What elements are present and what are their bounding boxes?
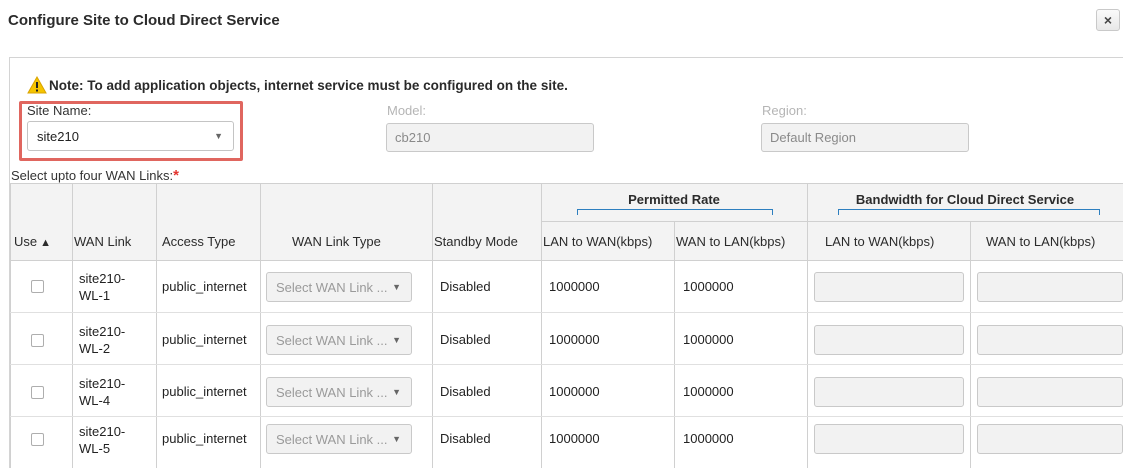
column-divider xyxy=(807,183,808,468)
region-label: Region: xyxy=(762,103,807,118)
column-divider xyxy=(432,183,433,468)
wan-link-type-select[interactable]: Select WAN Link ... ▼ xyxy=(266,424,412,454)
region-value: Default Region xyxy=(770,130,856,145)
bandwidth-wan-to-lan-input[interactable] xyxy=(977,272,1123,302)
sort-ascending-icon[interactable]: ▲ xyxy=(40,237,51,249)
row-divider xyxy=(10,416,1123,417)
access-type-cell: public_internet xyxy=(162,332,247,347)
column-header-bandwidth-wan-to-lan[interactable]: WAN to LAN(kbps) xyxy=(986,234,1095,249)
wan-link-type-select[interactable]: Select WAN Link ... ▼ xyxy=(266,377,412,407)
row-checkbox[interactable] xyxy=(31,280,44,293)
site-name-label: Site Name: xyxy=(27,103,92,118)
site-name-select[interactable]: site210 ▼ xyxy=(27,121,234,151)
wan-links-label: Select upto four WAN Links:* xyxy=(11,167,179,184)
chevron-down-icon: ▼ xyxy=(214,131,223,141)
wan-link-cell: site210- WL-4 xyxy=(79,376,126,408)
note-banner: Note: To add application objects, intern… xyxy=(27,76,568,94)
bandwidth-wan-to-lan-input[interactable] xyxy=(977,424,1123,454)
standby-mode-cell: Disabled xyxy=(440,431,491,446)
permitted-lan-to-wan-cell: 1000000 xyxy=(549,431,600,446)
chevron-down-icon: ▼ xyxy=(392,282,401,292)
group-bracket xyxy=(577,209,773,215)
warning-icon xyxy=(27,76,47,94)
column-divider xyxy=(260,183,261,468)
wan-link-cell: site210- WL-1 xyxy=(79,271,126,303)
bandwidth-wan-to-lan-input[interactable] xyxy=(977,325,1123,355)
group-bracket xyxy=(838,209,1100,215)
permitted-wan-to-lan-cell: 1000000 xyxy=(683,384,734,399)
wan-link-cell: site210- WL-5 xyxy=(79,424,126,456)
column-header-use[interactable]: Use ▲ xyxy=(14,234,51,249)
bandwidth-lan-to-wan-input[interactable] xyxy=(814,424,964,454)
column-header-wan-link-type[interactable]: WAN Link Type xyxy=(292,234,381,249)
standby-mode-cell: Disabled xyxy=(440,384,491,399)
dialog-title: Configure Site to Cloud Direct Service xyxy=(8,12,280,29)
permitted-wan-to-lan-cell: 1000000 xyxy=(683,431,734,446)
model-field: cb210 xyxy=(386,123,594,152)
close-icon: × xyxy=(1103,12,1113,28)
row-divider xyxy=(10,312,1123,313)
standby-mode-cell: Disabled xyxy=(440,332,491,347)
column-divider xyxy=(10,183,11,468)
column-header-permitted-lan-to-wan[interactable]: LAN to WAN(kbps) xyxy=(543,234,652,249)
permitted-lan-to-wan-cell: 1000000 xyxy=(549,332,600,347)
group-header-divider xyxy=(541,221,1123,222)
wan-link-cell: site210- WL-2 xyxy=(79,324,126,356)
column-header-bandwidth-lan-to-wan[interactable]: LAN to WAN(kbps) xyxy=(825,234,934,249)
access-type-cell: public_internet xyxy=(162,384,247,399)
permitted-wan-to-lan-cell: 1000000 xyxy=(683,332,734,347)
permitted-lan-to-wan-cell: 1000000 xyxy=(549,279,600,294)
site-name-value: site210 xyxy=(37,128,79,144)
bandwidth-lan-to-wan-input[interactable] xyxy=(814,377,964,407)
permitted-wan-to-lan-cell: 1000000 xyxy=(683,279,734,294)
bandwidth-wan-to-lan-input[interactable] xyxy=(977,377,1123,407)
row-checkbox[interactable] xyxy=(31,386,44,399)
column-header-standby-mode[interactable]: Standby Mode xyxy=(434,234,518,249)
group-header-bandwidth: Bandwidth for Cloud Direct Service xyxy=(855,192,1075,207)
chevron-down-icon: ▼ xyxy=(392,434,401,444)
bandwidth-lan-to-wan-input[interactable] xyxy=(814,325,964,355)
column-divider xyxy=(156,183,157,468)
column-header-access-type[interactable]: Access Type xyxy=(162,234,235,249)
wan-link-type-select[interactable]: Select WAN Link ... ▼ xyxy=(266,272,412,302)
column-header-wan-link[interactable]: WAN Link xyxy=(74,234,131,249)
row-checkbox[interactable] xyxy=(31,334,44,347)
bandwidth-lan-to-wan-input[interactable] xyxy=(814,272,964,302)
wan-links-table: Permitted Rate Bandwidth for Cloud Direc… xyxy=(10,183,1123,468)
row-divider xyxy=(10,364,1123,365)
permitted-lan-to-wan-cell: 1000000 xyxy=(549,384,600,399)
model-label: Model: xyxy=(387,103,427,118)
access-type-cell: public_internet xyxy=(162,431,247,446)
chevron-down-icon: ▼ xyxy=(392,387,401,397)
column-divider xyxy=(674,222,675,468)
column-divider xyxy=(970,222,971,468)
chevron-down-icon: ▼ xyxy=(392,335,401,345)
column-divider xyxy=(72,183,73,468)
column-header-permitted-wan-to-lan[interactable]: WAN to LAN(kbps) xyxy=(676,234,785,249)
close-button[interactable]: × xyxy=(1096,9,1120,31)
note-text: Note: To add application objects, intern… xyxy=(49,77,568,93)
group-header-permitted-rate: Permitted Rate xyxy=(628,192,720,207)
region-field: Default Region xyxy=(761,123,969,152)
wan-link-type-select[interactable]: Select WAN Link ... ▼ xyxy=(266,325,412,355)
row-checkbox[interactable] xyxy=(31,433,44,446)
standby-mode-cell: Disabled xyxy=(440,279,491,294)
access-type-cell: public_internet xyxy=(162,279,247,294)
column-divider xyxy=(541,183,542,468)
model-value: cb210 xyxy=(395,130,431,145)
required-asterisk-icon: * xyxy=(173,167,179,184)
